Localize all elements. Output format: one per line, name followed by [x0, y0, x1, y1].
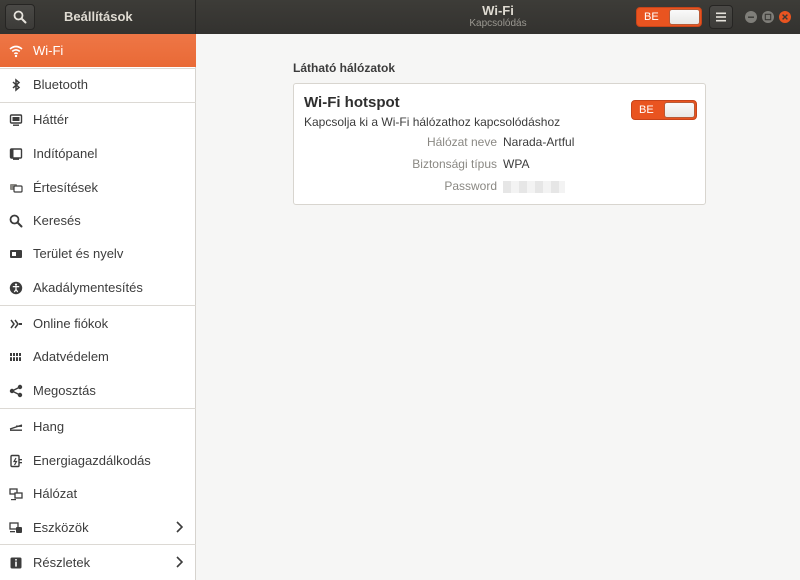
minimize-button[interactable]: [745, 11, 757, 23]
sidebar-item-label: Adatvédelem: [33, 349, 109, 364]
network-icon: [9, 487, 23, 501]
close-button[interactable]: [779, 11, 791, 23]
sidebar-item-label: Energiagazdálkodás: [33, 453, 151, 468]
sidebar: Wi-Fi Bluetooth Háttér Indítópanel Értes…: [0, 34, 196, 580]
sidebar-item-label: Bluetooth: [33, 77, 88, 92]
password-row: Password: [294, 179, 707, 195]
power-icon: [9, 454, 23, 468]
devices-icon: [9, 521, 23, 535]
hotspot-toggle[interactable]: BE: [631, 100, 697, 120]
search-icon: [13, 10, 27, 24]
sidebar-item-privacy[interactable]: Adatvédelem: [0, 340, 196, 373]
sidebar-item-search[interactable]: Keresés: [0, 204, 196, 237]
network-name-row: Hálózat neve Narada-Artful: [294, 135, 707, 151]
network-name-label: Hálózat neve: [426, 135, 497, 149]
sidebar-item-bluetooth[interactable]: Bluetooth: [0, 68, 196, 101]
chevron-right-icon: [175, 556, 184, 571]
hamburger-icon: [716, 12, 726, 22]
search-button[interactable]: [5, 4, 35, 30]
wifi-icon: [9, 44, 23, 58]
sidebar-item-label: Keresés: [33, 213, 81, 228]
sidebar-item-label: Akadálymentesítés: [33, 280, 143, 295]
sidebar-header: Beállítások: [0, 0, 196, 34]
sidebar-item-label: Értesítések: [33, 180, 99, 195]
sidebar-item-background[interactable]: Háttér: [0, 103, 196, 136]
network-name-value: Narada-Artful: [503, 135, 575, 149]
sidebar-item-label: Wi-Fi: [33, 43, 64, 58]
security-type-value: WPA: [503, 157, 530, 171]
security-type-label: Biztonsági típus: [412, 157, 497, 171]
sidebar-item-label: Online fiókok: [33, 316, 109, 331]
sidebar-item-details[interactable]: Részletek: [0, 546, 196, 579]
search-icon: [9, 214, 23, 228]
share-icon: [9, 384, 23, 398]
minimize-icon: [748, 16, 754, 18]
sidebar-item-devices[interactable]: Eszközök: [0, 511, 196, 544]
bluetooth-icon: [9, 77, 23, 92]
hotspot-subtitle: Kapcsolja ki a Wi-Fi hálózathoz kapcsoló…: [304, 115, 561, 129]
background-icon: [9, 113, 23, 127]
online-accounts-icon: [9, 317, 23, 331]
hotspot-title: Wi-Fi hotspot: [304, 94, 400, 111]
maximize-icon: [764, 13, 772, 21]
sidebar-item-label: Eszközök: [33, 520, 89, 535]
sidebar-item-label: Terület és nyelv: [33, 246, 124, 261]
sidebar-item-notifications[interactable]: Értesítések: [0, 171, 196, 204]
privacy-icon: [9, 350, 23, 364]
details-icon: [9, 556, 23, 570]
sidebar-separator: [0, 408, 196, 409]
wifi-toggle-label: BE: [644, 11, 659, 23]
region-icon: [9, 247, 23, 261]
panel-header: Wi-Fi Kapcsolódás BE: [196, 0, 800, 34]
sidebar-item-network[interactable]: Hálózat: [0, 477, 196, 510]
sidebar-item-label: Hálózat: [33, 486, 78, 501]
sidebar-item-sharing[interactable]: Megosztás: [0, 374, 196, 407]
sidebar-item-wifi[interactable]: Wi-Fi: [0, 34, 196, 67]
security-type-row: Biztonsági típus WPA: [294, 157, 707, 173]
menu-button[interactable]: [709, 5, 733, 29]
sidebar-item-dock[interactable]: Indítópanel: [0, 137, 196, 170]
password-label: Password: [444, 179, 497, 193]
sidebar-item-accessibility[interactable]: Akadálymentesítés: [0, 271, 196, 304]
wifi-toggle-knob[interactable]: [669, 9, 700, 25]
sidebar-item-label: Részletek: [33, 555, 91, 570]
notifications-icon: [9, 181, 23, 195]
accessibility-icon: [9, 281, 23, 295]
sidebar-item-label: Megosztás: [33, 383, 96, 398]
sidebar-item-sound[interactable]: Hang: [0, 410, 196, 443]
sidebar-separator: [0, 305, 196, 306]
visible-networks-title: Látható hálózatok: [293, 61, 396, 75]
wifi-toggle[interactable]: BE: [636, 7, 702, 27]
main-content: Látható hálózatok Wi-Fi hotspot Kapcsolj…: [197, 34, 800, 580]
sidebar-item-label: Háttér: [33, 112, 69, 127]
sidebar-item-power[interactable]: Energiagazdálkodás: [0, 444, 196, 477]
close-icon: [782, 14, 788, 20]
maximize-button[interactable]: [762, 11, 774, 23]
sidebar-item-online-accounts[interactable]: Online fiókok: [0, 307, 196, 340]
sidebar-item-label: Indítópanel: [33, 146, 98, 161]
sidebar-item-label: Hang: [33, 419, 65, 434]
sound-icon: [9, 420, 23, 434]
hotspot-toggle-knob[interactable]: [664, 102, 695, 118]
hotspot-card: Wi-Fi hotspot Kapcsolja ki a Wi-Fi hálóz…: [293, 83, 706, 205]
sidebar-item-region[interactable]: Terület és nyelv: [0, 237, 196, 270]
hotspot-toggle-label: BE: [639, 104, 654, 116]
header-bar: Beállítások Wi-Fi Kapcsolódás BE: [0, 0, 800, 34]
sidebar-separator: [0, 544, 196, 545]
chevron-right-icon: [175, 521, 184, 536]
dock-icon: [9, 147, 23, 161]
app-title: Beállítások: [64, 9, 133, 24]
password-value-masked: [503, 181, 565, 193]
